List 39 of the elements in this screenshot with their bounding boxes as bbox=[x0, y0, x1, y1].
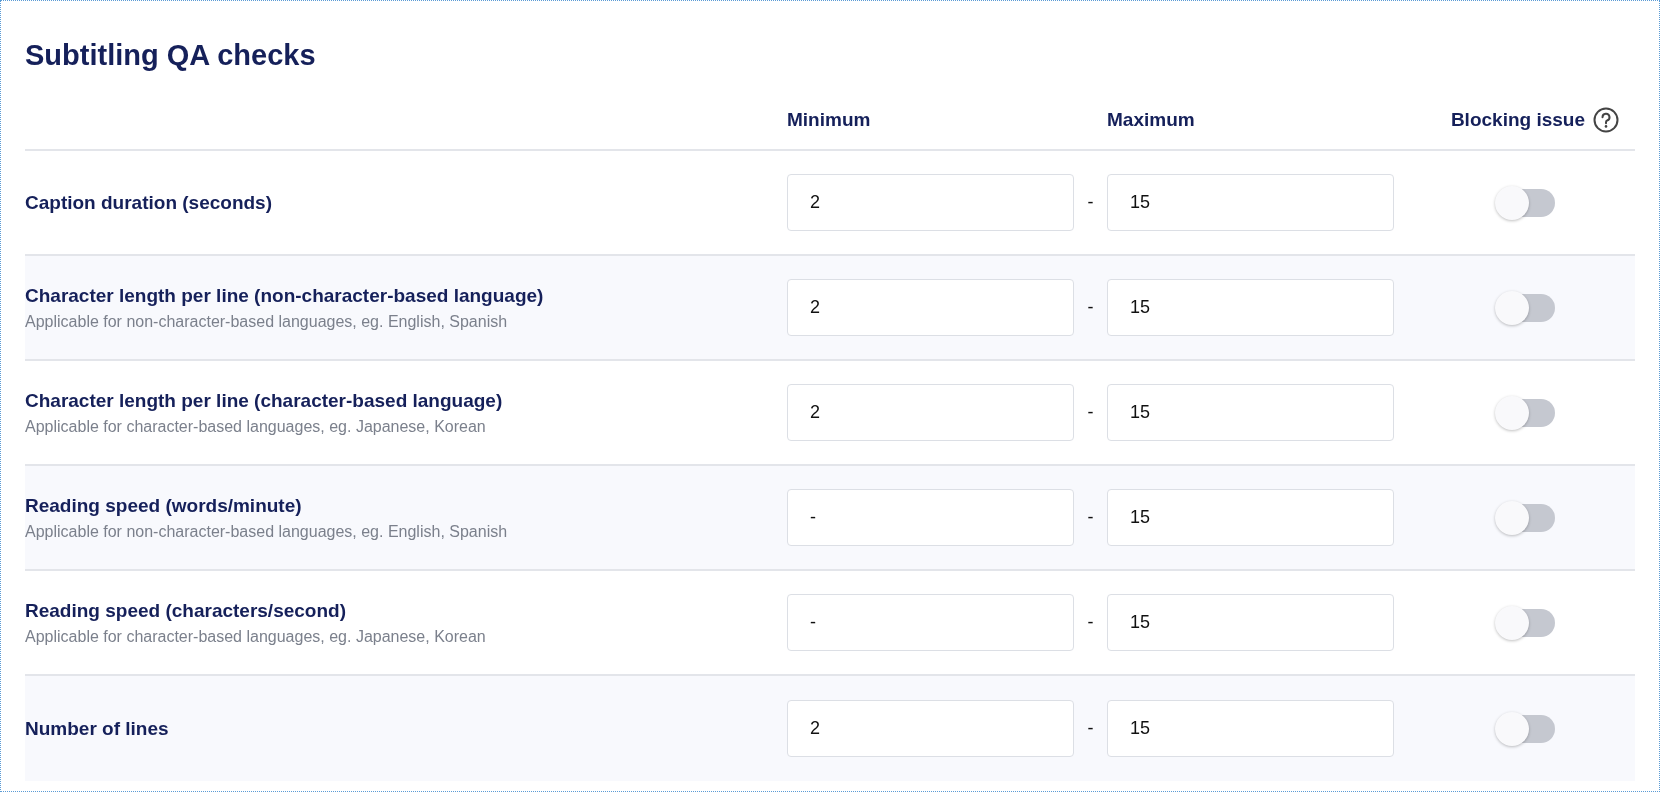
blocking-toggle[interactable] bbox=[1497, 503, 1555, 532]
blocking-toggle[interactable] bbox=[1497, 608, 1555, 637]
page-title: Subtitling QA checks bbox=[25, 38, 317, 73]
maximum-field[interactable]: 15 bbox=[1107, 489, 1394, 546]
check-label: Character length per line (non-character-based language) bbox=[25, 284, 545, 307]
range-separator: - bbox=[1086, 297, 1095, 318]
check-hint: Applicable for character-based languages, eg. Japanese, Korean bbox=[25, 417, 487, 436]
maximum-field[interactable]: 15 bbox=[1107, 174, 1394, 231]
minimum-field[interactable]: - bbox=[787, 489, 1074, 546]
range-separator: - bbox=[1086, 718, 1095, 739]
blocking-toggle[interactable] bbox=[1497, 188, 1555, 217]
maximum-field[interactable]: 15 bbox=[1107, 594, 1394, 651]
column-header: Minimum bbox=[787, 109, 872, 131]
check-hint: Applicable for character-based languages, eg. Japanese, Korean bbox=[25, 627, 487, 646]
column-header: Maximum bbox=[1107, 109, 1196, 131]
minimum-field[interactable]: - bbox=[787, 594, 1074, 651]
blocking-toggle[interactable] bbox=[1497, 398, 1555, 427]
check-label: Number of lines bbox=[25, 717, 170, 740]
check-hint: Applicable for non-character-based languages, eg. English, Spanish bbox=[25, 522, 509, 541]
check-hint: Applicable for non-character-based languages, eg. English, Spanish bbox=[25, 312, 509, 331]
minimum-field[interactable]: 2 bbox=[787, 700, 1074, 757]
range-separator: - bbox=[1086, 507, 1095, 528]
minimum-field[interactable]: 2 bbox=[787, 384, 1074, 441]
maximum-field[interactable]: 15 bbox=[1107, 384, 1394, 441]
check-label: Reading speed (words/minute) bbox=[25, 494, 303, 517]
minimum-field[interactable]: 2 bbox=[787, 174, 1074, 231]
check-label: Reading speed (characters/second) bbox=[25, 599, 347, 622]
maximum-field[interactable]: 15 bbox=[1107, 279, 1394, 336]
range-separator: - bbox=[1086, 402, 1095, 423]
maximum-field[interactable]: 15 bbox=[1107, 700, 1394, 757]
check-label: Caption duration (seconds) bbox=[25, 191, 273, 214]
check-label: Character length per line (character-based language) bbox=[25, 389, 504, 412]
help-icon[interactable] bbox=[1593, 107, 1619, 133]
blocking-toggle[interactable] bbox=[1497, 714, 1555, 743]
minimum-field[interactable]: 2 bbox=[787, 279, 1074, 336]
range-separator: - bbox=[1086, 612, 1095, 633]
column-header: Blocking issue bbox=[1450, 109, 1585, 131]
blocking-toggle[interactable] bbox=[1497, 293, 1555, 322]
range-separator: - bbox=[1086, 192, 1095, 213]
